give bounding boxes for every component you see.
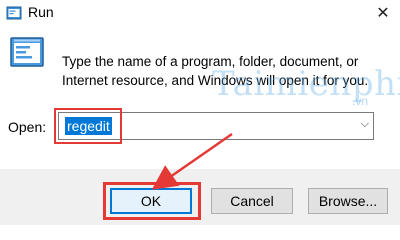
run-dialog: Run ✕ Type the name of a program, folder… [0, 0, 400, 225]
input-highlight-box [54, 108, 122, 144]
cancel-button[interactable]: Cancel [211, 188, 293, 214]
close-icon: ✕ [376, 5, 390, 22]
run-app-icon [6, 5, 22, 26]
watermark-suffix: .vn [352, 94, 369, 108]
close-button[interactable]: ✕ [366, 0, 400, 26]
run-app-icon [10, 36, 44, 73]
title-bar: Run ✕ [0, 0, 400, 26]
ok-highlight-box [103, 182, 201, 220]
open-label: Open: [8, 119, 47, 135]
window-title: Run [28, 4, 54, 20]
watermark-logo: Taimienphi [212, 64, 400, 104]
chevron-down-icon[interactable]: ⌵ [361, 118, 369, 131]
browse-button[interactable]: Browse... [308, 188, 388, 214]
